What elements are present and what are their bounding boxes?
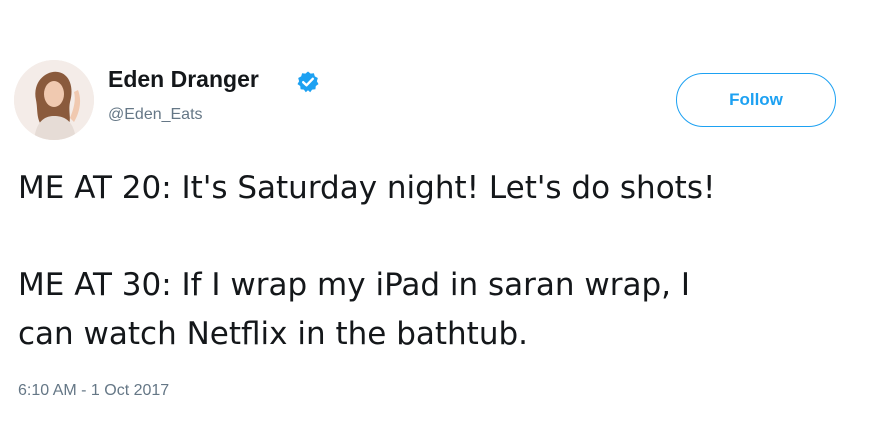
avatar-image xyxy=(14,60,94,140)
follow-button[interactable]: Follow xyxy=(676,73,836,127)
display-name[interactable]: Eden Dranger xyxy=(108,66,259,93)
tweet-text-line-3: can watch Netflix in the bathtub. xyxy=(18,316,529,352)
verified-badge-icon xyxy=(296,70,320,94)
user-handle[interactable]: @Eden_Eats xyxy=(108,106,203,124)
avatar[interactable] xyxy=(14,60,94,140)
tweet-timestamp[interactable]: 6:10 AM - 1 Oct 2017 xyxy=(18,382,169,400)
tweet-text-line-1: ME AT 20: It's Saturday night! Let's do … xyxy=(18,170,716,206)
tweet-text-line-2: ME AT 30: If I wrap my iPad in saran wra… xyxy=(18,267,691,303)
tweet-card: Eden Dranger @Eden_Eats Follow ME AT 20:… xyxy=(0,0,880,442)
